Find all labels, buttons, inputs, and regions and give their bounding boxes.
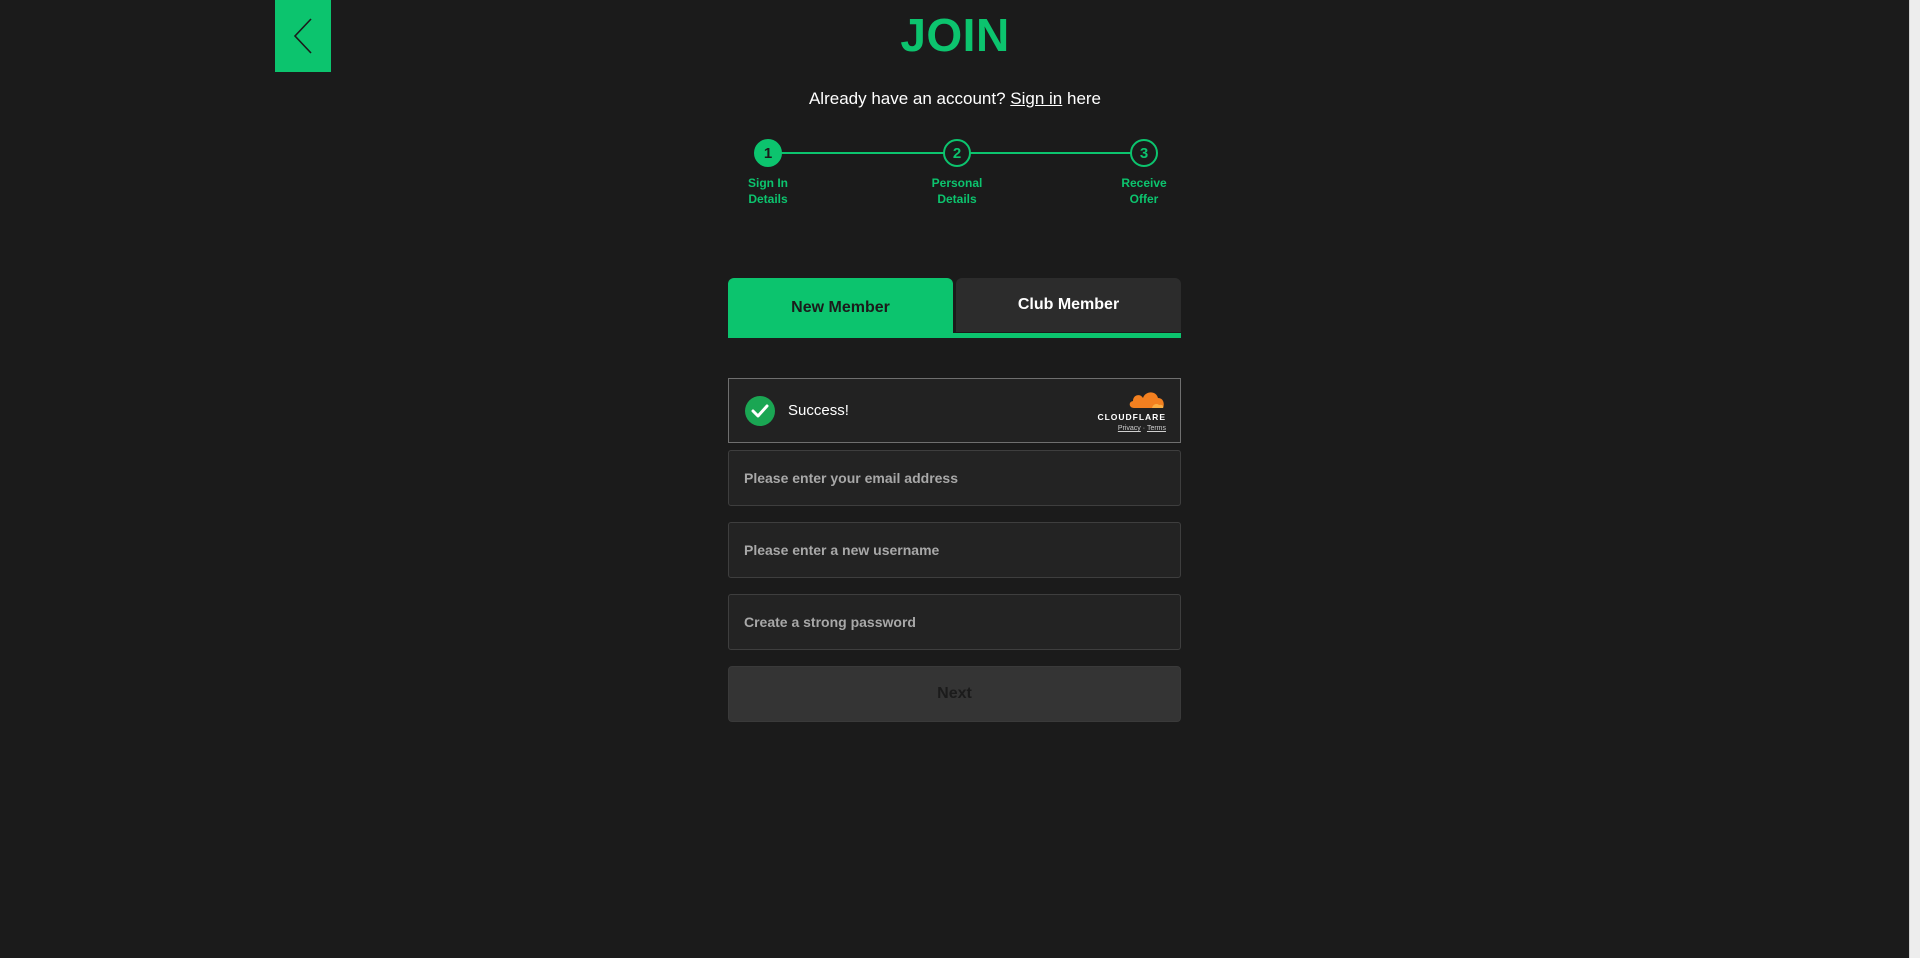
link-separator: · (1142, 425, 1146, 432)
step-label: Receive Offer (1109, 175, 1179, 207)
step-personal-details: 2 Personal Details (917, 137, 997, 207)
step-label-line: Details (937, 192, 977, 206)
step-label-line: Sign In (748, 176, 788, 190)
cloudflare-captcha[interactable]: Success! CLOUDFLARE Privacy · Terms (728, 378, 1181, 443)
scrollbar-edge (1909, 0, 1910, 958)
cloud-icon (1129, 392, 1164, 408)
step-label: Personal Details (922, 175, 992, 207)
password-field[interactable] (728, 594, 1181, 650)
tab-club-member[interactable]: Club Member (956, 278, 1181, 332)
cloudflare-wordmark: CLOUDFLARE (1097, 412, 1166, 422)
step-label-line: Receive (1121, 176, 1167, 190)
next-button[interactable]: Next (728, 666, 1181, 722)
username-field[interactable] (728, 522, 1181, 578)
member-type-tabs: New Member Club Member (728, 278, 1181, 338)
checkmark-icon (745, 396, 775, 426)
step-label-line: Details (748, 192, 788, 206)
step-label-line: Personal (931, 176, 983, 190)
step-number: 3 (1130, 139, 1158, 167)
step-receive-offer: 3 Receive Offer (1104, 137, 1184, 207)
step-number: 1 (754, 139, 782, 167)
captcha-status: Success! (788, 402, 849, 419)
page-title: JOIN (900, 9, 1010, 61)
page-scrollbar[interactable] (1909, 0, 1920, 958)
signin-suffix: here (1062, 89, 1102, 108)
signin-prefix: Already have an account? (808, 89, 1011, 108)
tab-underline (728, 333, 1181, 338)
cloudflare-logo: CLOUDFLARE Privacy · Terms (1090, 389, 1166, 432)
tab-new-member[interactable]: New Member (728, 278, 953, 338)
step-sign-in-details: 1 Sign In Details (728, 137, 808, 207)
step-label: Sign In Details (733, 175, 803, 207)
email-field[interactable] (728, 450, 1181, 506)
privacy-link[interactable]: Privacy (1118, 425, 1141, 432)
signin-prompt: Already have an account? Sign in here (0, 89, 1910, 109)
terms-link[interactable]: Terms (1147, 425, 1166, 432)
progress-stepper: 1 Sign In Details 2 Personal Details 3 R… (728, 137, 1181, 207)
step-number: 2 (943, 139, 971, 167)
cloudflare-links: Privacy · Terms (1090, 425, 1166, 432)
signin-link[interactable]: Sign in (1010, 89, 1062, 108)
step-label-line: Offer (1129, 192, 1159, 206)
